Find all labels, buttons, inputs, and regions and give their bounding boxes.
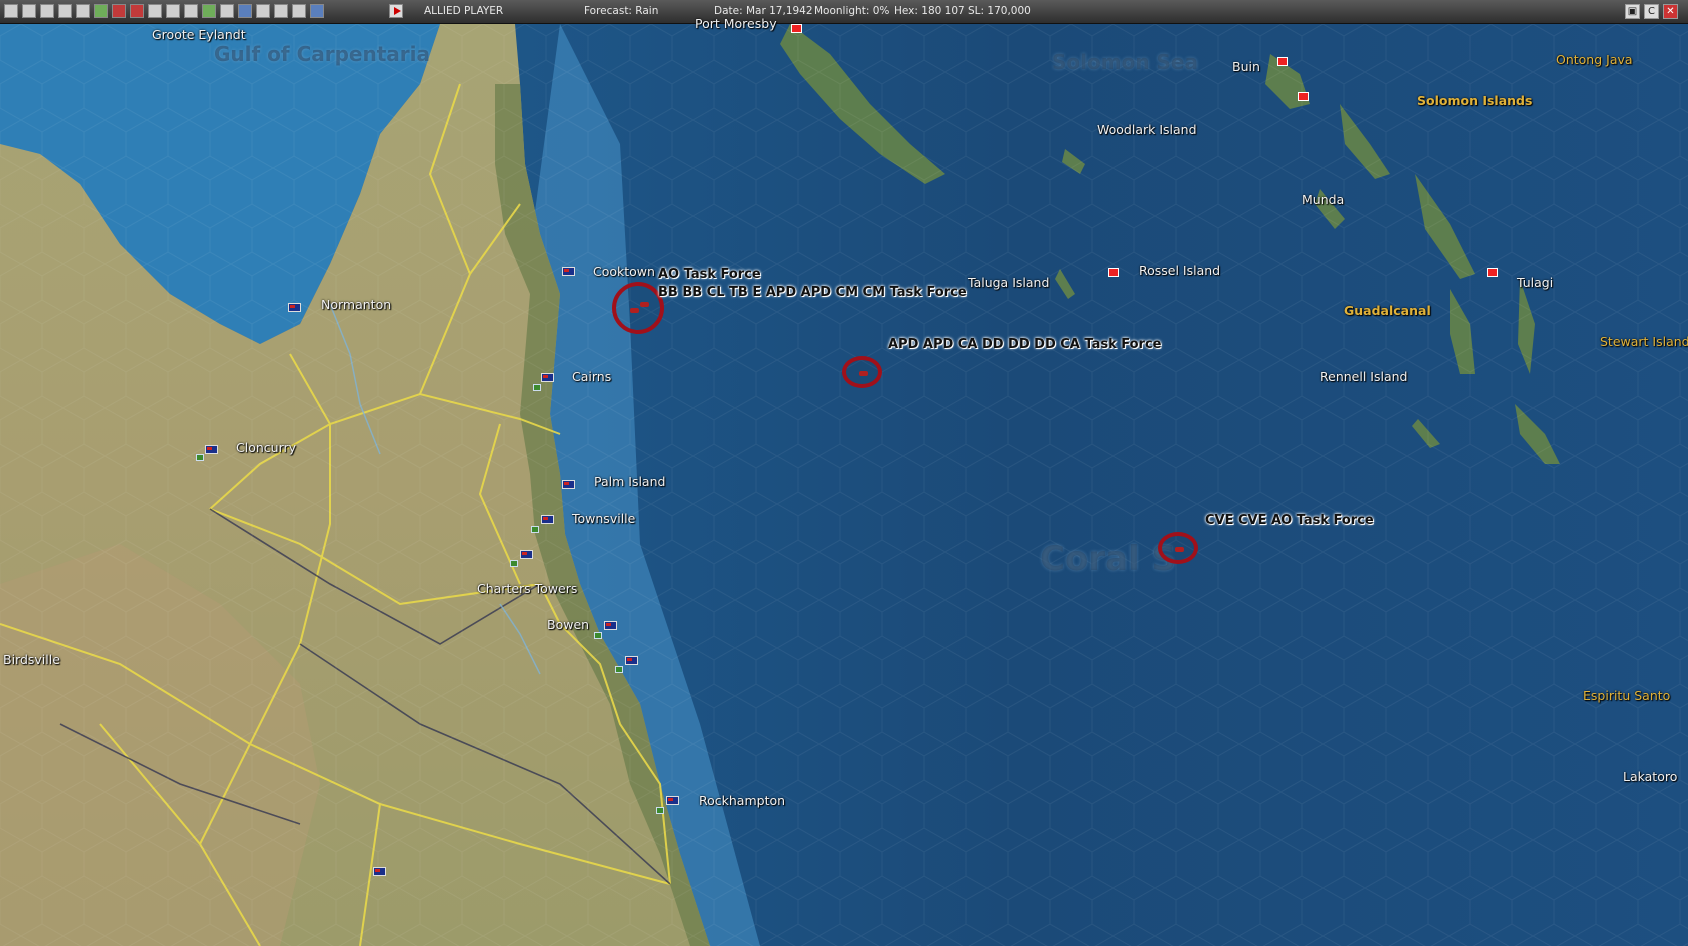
toolbar-button-7[interactable] bbox=[112, 4, 126, 18]
ship-icon bbox=[630, 308, 639, 313]
normanton-base-flag-icon[interactable] bbox=[288, 303, 301, 312]
forecast-label: Forecast: Rain bbox=[584, 5, 659, 17]
toolbar-button-1[interactable] bbox=[4, 4, 18, 18]
place-label: Groote Eylandt bbox=[152, 27, 246, 42]
cooktown-base-flag-icon[interactable] bbox=[562, 267, 575, 276]
place-label: Cloncurry bbox=[236, 440, 297, 455]
place-label: Taluga Island bbox=[968, 275, 1050, 290]
cloncurry-base-flag-icon[interactable] bbox=[205, 445, 218, 454]
moonlight-label: Moonlight: 0% bbox=[814, 5, 890, 17]
place-label: Ontong Java bbox=[1556, 52, 1633, 67]
toolbar-button-17[interactable] bbox=[292, 4, 306, 18]
toolbar-button-2[interactable] bbox=[22, 4, 36, 18]
airfield-icon[interactable] bbox=[656, 807, 664, 814]
close-icon[interactable]: ✕ bbox=[1663, 4, 1678, 19]
end-turn-play-icon[interactable] bbox=[389, 4, 403, 18]
airfield-icon[interactable] bbox=[594, 632, 602, 639]
toolbar-button-4[interactable] bbox=[58, 4, 72, 18]
place-label: Birdsville bbox=[3, 652, 60, 667]
airfield-icon[interactable] bbox=[196, 454, 204, 461]
place-label: Townsville bbox=[572, 511, 636, 526]
palm-island-base-flag-icon[interactable] bbox=[562, 480, 575, 489]
player-label: ALLIED PLAYER bbox=[424, 5, 504, 17]
place-label: Normanton bbox=[321, 297, 392, 312]
rossel-enemy-base-icon[interactable] bbox=[1108, 268, 1119, 277]
airfield-icon[interactable] bbox=[533, 384, 541, 391]
bowen-base-flag-icon[interactable] bbox=[604, 621, 617, 630]
inland-base-flag-icon[interactable] bbox=[373, 867, 386, 876]
enemy-base-icon[interactable] bbox=[1298, 92, 1309, 101]
rockhampton-base-flag-icon[interactable] bbox=[666, 796, 679, 805]
place-label: Rossel Island bbox=[1139, 263, 1221, 278]
sea-name-solomon: Solomon Sea bbox=[1052, 50, 1198, 74]
airfield-icon[interactable] bbox=[531, 526, 539, 533]
place-label: Espiritu Santo bbox=[1583, 688, 1671, 703]
task-force-marker-cve[interactable] bbox=[1158, 532, 1198, 564]
port-moresby-enemy-base-icon[interactable] bbox=[791, 24, 802, 33]
toolbar-button-16[interactable] bbox=[274, 4, 288, 18]
place-label: Cairns bbox=[572, 369, 612, 384]
place-label: Stewart Island bbox=[1600, 334, 1688, 349]
hex-info-label: Hex: 180 107 SL: 170,000 bbox=[894, 5, 1031, 17]
ship-icon bbox=[640, 302, 649, 307]
sea-name-coral: Coral S bbox=[1040, 539, 1176, 579]
townsville-base-flag-icon[interactable] bbox=[541, 515, 554, 524]
cairns-base-flag-icon[interactable] bbox=[541, 373, 554, 382]
toolbar-button-18[interactable] bbox=[310, 4, 324, 18]
place-label: Palm Island bbox=[594, 474, 666, 489]
toolbar-button-8[interactable] bbox=[130, 4, 144, 18]
task-force-marker-cooktown[interactable] bbox=[612, 282, 664, 334]
buin-enemy-base-icon[interactable] bbox=[1277, 57, 1288, 66]
toolbar-button-3[interactable] bbox=[40, 4, 54, 18]
place-label: Lakatoro bbox=[1623, 769, 1678, 784]
place-label: Buin bbox=[1232, 59, 1260, 74]
place-label: Rennell Island bbox=[1320, 369, 1408, 384]
toolbar-button-11[interactable] bbox=[184, 4, 198, 18]
map-terrain bbox=[0, 24, 1688, 946]
place-label: Solomon Islands bbox=[1417, 93, 1533, 108]
mackay-base-flag-icon[interactable] bbox=[625, 656, 638, 665]
place-label: Tulagi bbox=[1517, 275, 1554, 290]
toolbar-button-5[interactable] bbox=[76, 4, 90, 18]
strategic-map[interactable]: Gulf of Carpentaria Solomon Sea Coral S … bbox=[0, 16, 1688, 946]
task-force-label[interactable]: APD APD CA DD DD DD CA Task Force bbox=[888, 337, 1161, 352]
place-label: Munda bbox=[1302, 192, 1345, 207]
top-toolbar: ALLIED PLAYER Forecast: Rain Date: Mar 1… bbox=[0, 0, 1688, 24]
task-force-label[interactable]: BB BB CL TB E APD APD CM CM Task Force bbox=[658, 285, 967, 300]
sea-name-gulf: Gulf of Carpentaria bbox=[214, 42, 431, 66]
place-label: Bowen bbox=[547, 617, 590, 632]
ship-icon bbox=[1175, 547, 1184, 552]
task-force-label[interactable]: CVE CVE AO Task Force bbox=[1205, 513, 1374, 528]
toolbar-button-15[interactable] bbox=[256, 4, 270, 18]
tulagi-enemy-base-icon[interactable] bbox=[1487, 268, 1498, 277]
toolbar-button-10[interactable] bbox=[166, 4, 180, 18]
ship-icon bbox=[859, 371, 868, 376]
close-map-icon[interactable]: C bbox=[1644, 4, 1659, 19]
toolbar-button-6[interactable] bbox=[94, 4, 108, 18]
place-label: Cooktown bbox=[593, 264, 655, 279]
toolbar-button-13[interactable] bbox=[220, 4, 234, 18]
airfield-icon[interactable] bbox=[510, 560, 518, 567]
place-label: Port Moresby bbox=[695, 16, 777, 31]
airfield-icon[interactable] bbox=[615, 666, 623, 673]
toolbar-button-12[interactable] bbox=[202, 4, 216, 18]
task-force-marker-apd[interactable] bbox=[842, 356, 882, 388]
place-label: Rockhampton bbox=[699, 793, 786, 808]
task-force-label[interactable]: AO Task Force bbox=[658, 267, 761, 282]
map-icon[interactable]: ▣ bbox=[1625, 4, 1640, 19]
place-label: Guadalcanal bbox=[1344, 303, 1431, 318]
place-label: Charters Towers bbox=[477, 581, 578, 596]
place-label: Woodlark Island bbox=[1097, 122, 1197, 137]
toolbar-button-14[interactable] bbox=[238, 4, 252, 18]
charters-towers-base-flag-icon[interactable] bbox=[520, 550, 533, 559]
toolbar-button-9[interactable] bbox=[148, 4, 162, 18]
